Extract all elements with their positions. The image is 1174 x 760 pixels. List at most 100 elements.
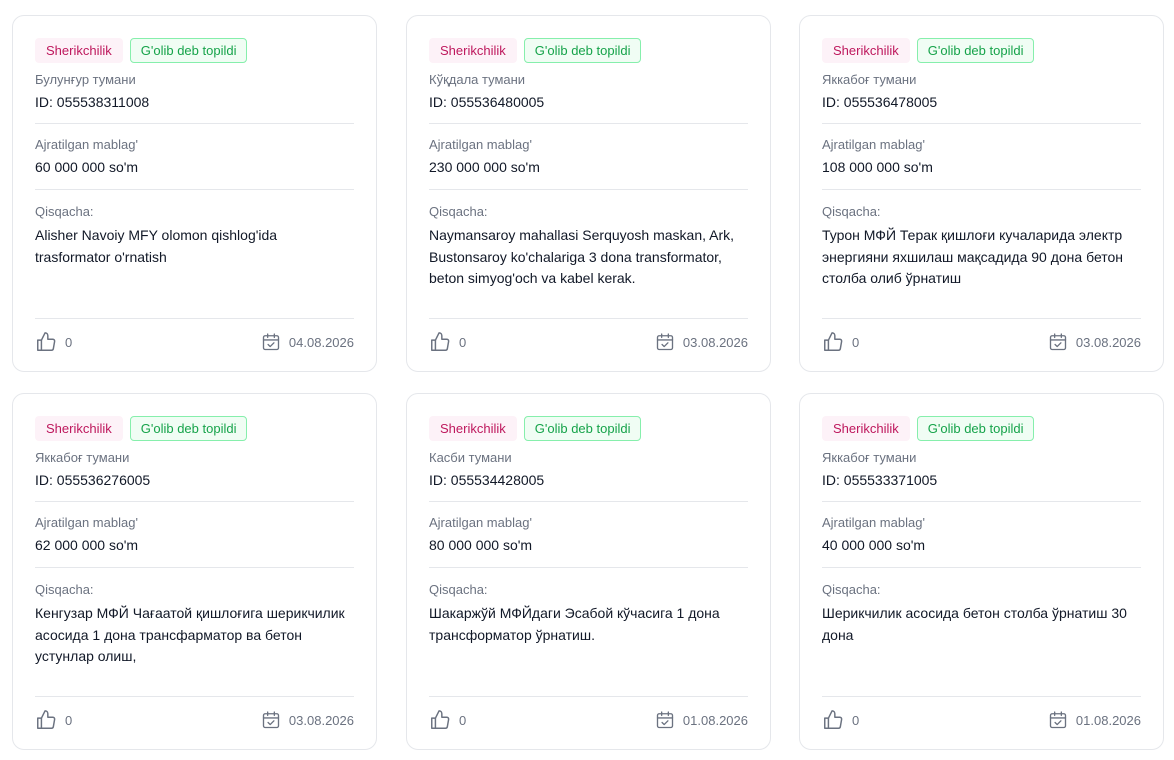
amount-label: Ajratilgan mablag' (822, 515, 925, 530)
region-name: Булунғур тумани (35, 72, 136, 87)
thumbs-up-icon (822, 331, 844, 353)
thumbs-up-icon (35, 331, 57, 353)
card-footer: 0 01.08.2026 (822, 696, 1141, 741)
summary-text: Alisher Navoiy MFY olomon qishlog'ida tr… (35, 227, 278, 265)
summary-text: Кенгузар МФЙ Чағаатой қишлоғига шерикчил… (35, 605, 345, 664)
date-text: 01.08.2026 (1075, 712, 1141, 728)
date-info: 01.08.2026 (655, 710, 748, 730)
amount-label: Ajratilgan mablag' (35, 515, 138, 530)
date-text: 03.08.2026 (288, 712, 354, 728)
divider (429, 189, 748, 190)
type-tag: Sherikchilik (35, 38, 123, 63)
date-info: 03.08.2026 (655, 332, 748, 352)
card-tags: Sherikchilik G'olib deb topildi (35, 416, 354, 441)
amount-label: Ajratilgan mablag' (429, 137, 532, 152)
like-button[interactable]: 0 (35, 709, 72, 731)
project-id: ID: 055536480005 (429, 94, 545, 110)
summary-text: Naymansaroy mahallasi Serquyosh maskan, … (429, 227, 735, 286)
calendar-check-icon (261, 710, 281, 730)
date-text: 03.08.2026 (1075, 334, 1141, 350)
amount-label: Ajratilgan mablag' (822, 137, 925, 152)
project-card[interactable]: Sherikchilik G'olib deb topildi Яккабоғ … (12, 393, 377, 750)
card-footer: 0 01.08.2026 (429, 696, 748, 741)
amount-value: 108 000 000 so'm (822, 159, 933, 175)
status-tag: G'olib deb topildi (523, 38, 642, 63)
calendar-check-icon (655, 710, 675, 730)
project-id: ID: 055534428005 (429, 472, 545, 488)
calendar-check-icon (261, 332, 281, 352)
project-id: ID: 055536276005 (35, 472, 151, 488)
region-name: Касби тумани (429, 450, 512, 465)
like-button[interactable]: 0 (429, 331, 466, 353)
project-card[interactable]: Sherikchilik G'olib deb topildi Яккабоғ … (799, 393, 1164, 750)
date-text: 03.08.2026 (682, 334, 748, 350)
summary-label: Qisqacha: (35, 204, 94, 219)
card-footer: 0 04.08.2026 (35, 318, 354, 363)
card-tags: Sherikchilik G'olib deb topildi (822, 416, 1141, 441)
status-tag: G'olib deb topildi (129, 38, 248, 63)
divider (429, 567, 748, 568)
divider (35, 567, 354, 568)
status-tag: G'olib deb topildi (523, 416, 642, 441)
card-tags: Sherikchilik G'olib deb topildi (35, 38, 354, 63)
amount-value: 80 000 000 so'm (429, 537, 533, 553)
date-text: 04.08.2026 (288, 334, 354, 350)
amount-label: Ajratilgan mablag' (429, 515, 532, 530)
like-button[interactable]: 0 (822, 331, 859, 353)
divider (822, 189, 1141, 190)
likes-count: 0 (65, 334, 73, 350)
calendar-check-icon (1048, 710, 1068, 730)
divider (822, 123, 1141, 124)
status-tag: G'olib deb topildi (916, 416, 1035, 441)
region-name: Яккабоғ тумани (822, 450, 917, 465)
type-tag: Sherikchilik (35, 416, 123, 441)
date-text: 01.08.2026 (682, 712, 748, 728)
like-button[interactable]: 0 (822, 709, 859, 731)
region-name: Яккабоғ тумани (822, 72, 917, 87)
amount-value: 62 000 000 so'm (35, 537, 139, 553)
calendar-check-icon (655, 332, 675, 352)
project-card[interactable]: Sherikchilik G'olib deb topildi Кўқдала … (406, 15, 771, 372)
project-id: ID: 055536478005 (822, 94, 938, 110)
project-card[interactable]: Sherikchilik G'olib deb topildi Яккабоғ … (799, 15, 1164, 372)
status-tag: G'olib deb topildi (916, 38, 1035, 63)
amount-value: 230 000 000 so'm (429, 159, 540, 175)
like-button[interactable]: 0 (35, 331, 72, 353)
summary-label: Qisqacha: (35, 582, 94, 597)
likes-count: 0 (65, 712, 73, 728)
project-id: ID: 055538311008 (35, 94, 150, 110)
project-id: ID: 055533371005 (822, 472, 938, 488)
likes-count: 0 (459, 712, 467, 728)
summary-text: Шакаржўй МФЙдаги Эсабой кўчасига 1 дона … (429, 605, 720, 643)
divider (35, 189, 354, 190)
summary-label: Qisqacha: (429, 582, 488, 597)
amount-value: 40 000 000 so'm (822, 537, 926, 553)
divider (35, 123, 354, 124)
thumbs-up-icon (822, 709, 844, 731)
type-tag: Sherikchilik (429, 38, 517, 63)
like-button[interactable]: 0 (429, 709, 466, 731)
status-tag: G'olib deb topildi (129, 416, 248, 441)
likes-count: 0 (852, 712, 860, 728)
card-footer: 0 03.08.2026 (35, 696, 354, 741)
card-tags: Sherikchilik G'olib deb topildi (822, 38, 1141, 63)
region-name: Кўқдала тумани (429, 72, 526, 87)
summary-label: Qisqacha: (822, 204, 881, 219)
divider (35, 501, 354, 502)
amount-label: Ajratilgan mablag' (35, 137, 138, 152)
calendar-check-icon (1048, 332, 1068, 352)
project-card[interactable]: Sherikchilik G'olib deb topildi Касби ту… (406, 393, 771, 750)
summary-label: Qisqacha: (822, 582, 881, 597)
amount-value: 60 000 000 so'm (35, 159, 139, 175)
date-info: 03.08.2026 (1048, 332, 1141, 352)
date-info: 04.08.2026 (261, 332, 354, 352)
card-tags: Sherikchilik G'olib deb topildi (429, 416, 748, 441)
date-info: 01.08.2026 (1048, 710, 1141, 730)
date-info: 03.08.2026 (261, 710, 354, 730)
project-card[interactable]: Sherikchilik G'olib deb topildi Булунғур… (12, 15, 377, 372)
divider (822, 501, 1141, 502)
region-name: Яккабоғ тумани (35, 450, 130, 465)
card-footer: 0 03.08.2026 (429, 318, 748, 363)
summary-text: Турон МФЙ Терак қишлоғи кучаларида элект… (822, 227, 1124, 286)
summary-label: Qisqacha: (429, 204, 488, 219)
